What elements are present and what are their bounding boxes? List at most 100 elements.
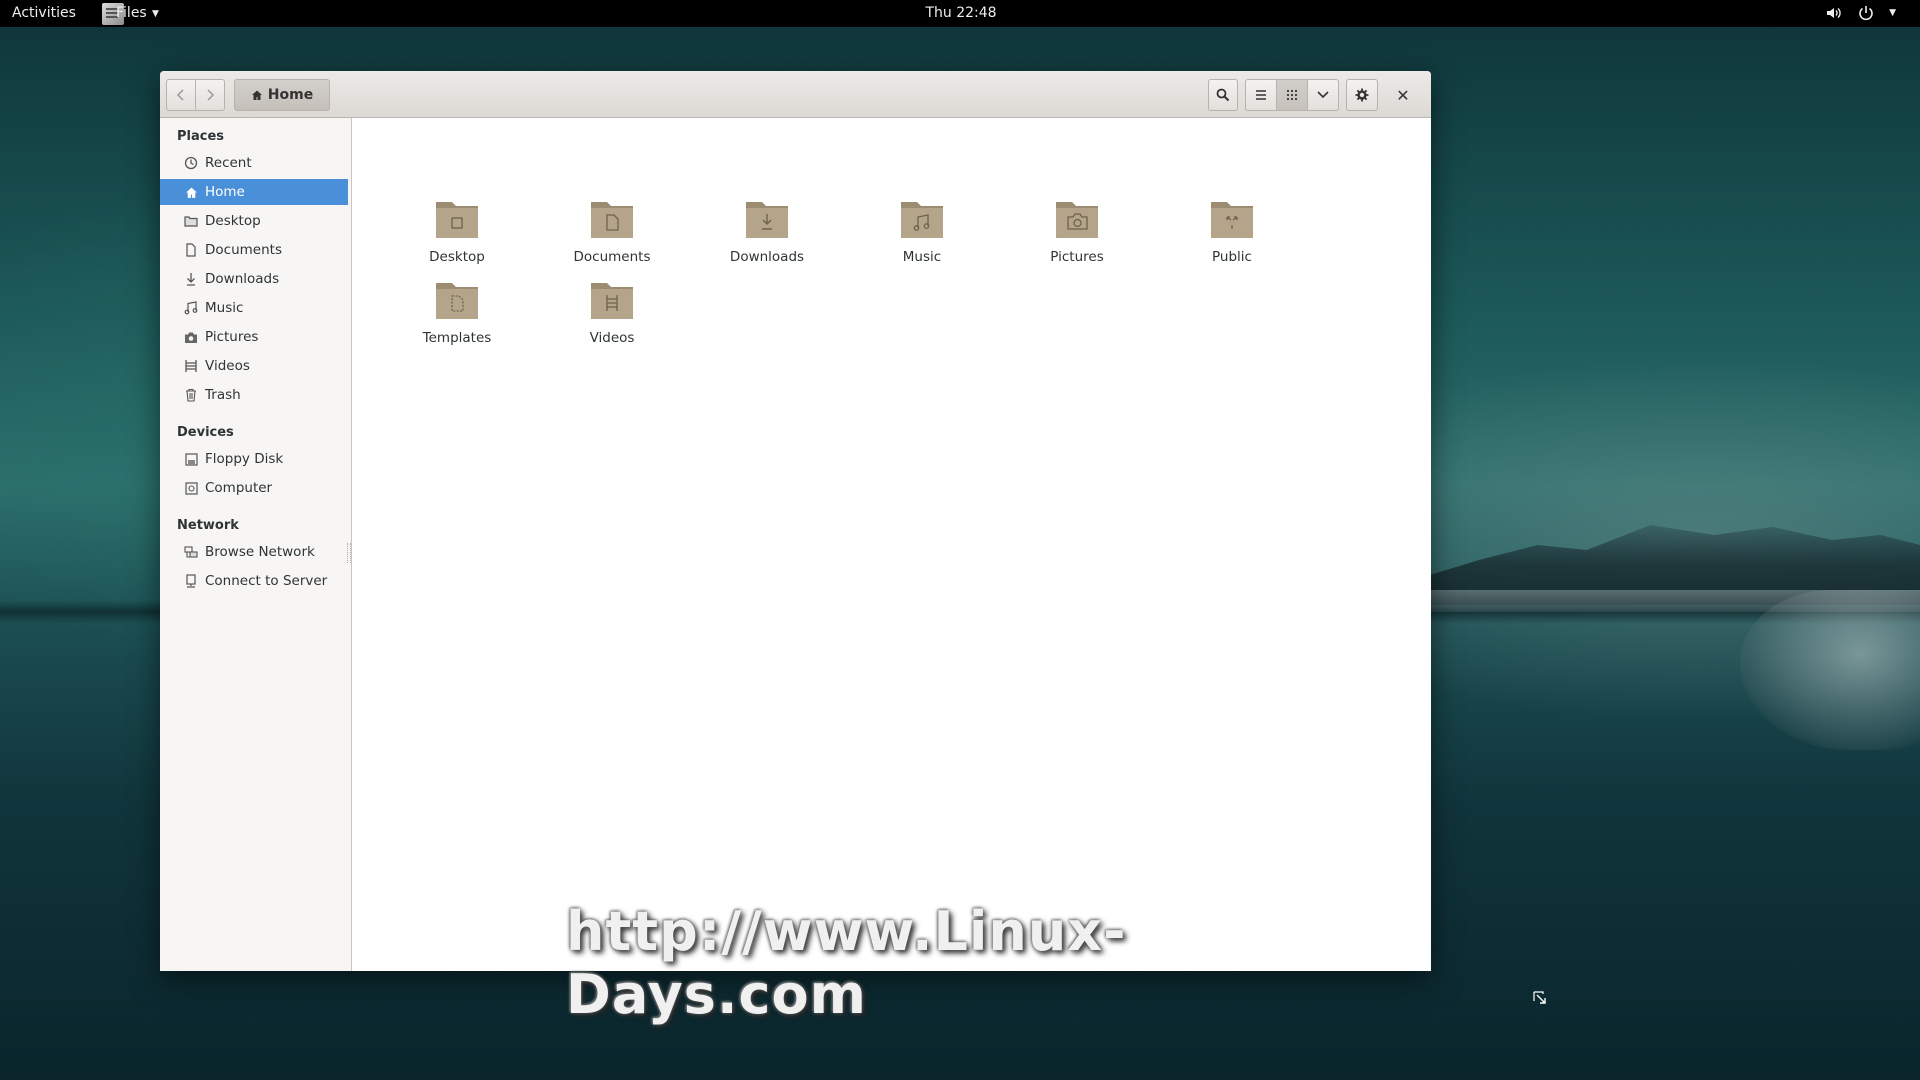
file-item-label: Public (1212, 249, 1252, 265)
sidebar-item-computer[interactable]: Computer (160, 475, 348, 501)
files-window: Home ✕ Places Recent Home Desktop Docume… (160, 71, 1431, 971)
file-icon-view[interactable]: Desktop Documents Downloads Music Pictur… (353, 118, 1431, 971)
trash-icon (183, 387, 199, 403)
close-button[interactable]: ✕ (1388, 79, 1418, 111)
sidebar-item-label: Documents (205, 242, 282, 258)
file-item-label: Videos (589, 330, 635, 346)
file-item-documents[interactable]: Documents (547, 198, 677, 274)
file-item-desktop[interactable]: Desktop (392, 198, 522, 274)
network-icon (183, 544, 199, 560)
activities-button[interactable]: Activities (12, 5, 76, 21)
forward-button[interactable] (195, 79, 225, 111)
file-item-label: Downloads (729, 249, 805, 265)
file-item-videos[interactable]: Videos (547, 279, 677, 355)
downloads-folder-icon (746, 202, 788, 238)
path-button-label: Home (267, 87, 314, 103)
search-icon (1216, 88, 1230, 102)
path-button-home[interactable]: Home (234, 79, 330, 111)
sidebar-item-browse-network[interactable]: Browse Network (160, 539, 348, 565)
home-icon (183, 184, 199, 200)
sidebar-item-label: Pictures (205, 329, 259, 345)
file-item-label: Music (902, 249, 942, 265)
clock-icon (183, 155, 199, 171)
computer-icon (183, 480, 199, 496)
public-folder-icon (1211, 202, 1253, 238)
floppy-icon (183, 451, 199, 467)
file-item-downloads[interactable]: Downloads (702, 198, 832, 274)
sidebar-item-label: Connect to Server (205, 573, 328, 589)
pictures-folder-icon (1056, 202, 1098, 238)
list-view-button[interactable] (1245, 79, 1277, 111)
system-menu-caret-icon: ▼ (1889, 8, 1896, 18)
settings-button[interactable] (1346, 79, 1378, 111)
sidebar-item-trash[interactable]: Trash (160, 382, 348, 408)
clock[interactable]: Thu 22:48 (924, 5, 998, 21)
sidebar-item-floppy-disk[interactable]: Floppy Disk (160, 446, 348, 472)
sidebar-item-desktop[interactable]: Desktop (160, 208, 348, 234)
file-item-label: Templates (422, 330, 492, 346)
grid-view-button[interactable] (1276, 79, 1308, 111)
app-menu-label[interactable]: Files (116, 5, 147, 21)
film-icon (183, 358, 199, 374)
templates-folder-icon (436, 283, 478, 319)
sidebar-item-downloads[interactable]: Downloads (160, 266, 348, 292)
file-item-public[interactable]: Public (1167, 198, 1297, 274)
back-button[interactable] (166, 79, 196, 111)
header-bar: Home ✕ (160, 71, 1431, 118)
desktop-folder-icon (436, 202, 478, 238)
system-menu[interactable]: ▼ (1825, 4, 1896, 22)
desktop-icon (183, 213, 199, 229)
file-item-label: Pictures (1050, 249, 1104, 265)
documents-folder-icon (591, 202, 633, 238)
sidebar-item-videos[interactable]: Videos (160, 353, 348, 379)
sidebar-item-label: Downloads (205, 271, 280, 287)
sidebar-item-documents[interactable]: Documents (160, 237, 348, 263)
sidebar-item-label: Desktop (205, 213, 261, 229)
file-item-pictures[interactable]: Pictures (1012, 198, 1142, 274)
home-icon (251, 90, 262, 100)
top-bar: Activities Files ▼ Thu 22:48 ▼ (0, 0, 1920, 27)
sidebar-heading-devices: Devices (177, 425, 234, 440)
search-button[interactable] (1208, 79, 1238, 111)
sidebar-item-pictures[interactable]: Pictures (160, 324, 348, 350)
grid-icon (1287, 90, 1297, 100)
sidebar-item-music[interactable]: Music (160, 295, 348, 321)
sidebar-item-label: Floppy Disk (205, 451, 284, 467)
file-item-templates[interactable]: Templates (392, 279, 522, 355)
music-icon (183, 300, 199, 316)
sidebar-item-label: Music (205, 300, 244, 316)
sidebar-resize-handle[interactable] (347, 543, 351, 563)
chevron-left-icon (176, 89, 184, 101)
camera-icon (183, 329, 199, 345)
sidebar-item-label: Computer (205, 480, 273, 496)
document-icon (183, 242, 199, 258)
sidebar-item-connect-to-server[interactable]: Connect to Server (160, 568, 348, 594)
sidebar-item-label: Trash (205, 387, 241, 403)
sidebar-heading-network: Network (177, 518, 239, 533)
sidebar-item-recent[interactable]: Recent (160, 150, 348, 176)
sidebar: Places Recent Home Desktop Documents Dow… (160, 118, 352, 971)
close-icon: ✕ (1396, 85, 1410, 105)
music-folder-icon (901, 202, 943, 238)
file-item-label: Documents (573, 249, 651, 265)
download-icon (183, 271, 199, 287)
view-options-button[interactable] (1307, 79, 1339, 111)
file-item-music[interactable]: Music (857, 198, 987, 274)
sidebar-item-label: Videos (205, 358, 250, 374)
chevron-right-icon (207, 89, 215, 101)
file-item-label: Desktop (429, 249, 485, 265)
list-icon (1256, 90, 1266, 100)
wallpaper-boat (1740, 590, 1920, 750)
sidebar-heading-places: Places (177, 129, 225, 144)
sidebar-item-home[interactable]: Home (160, 179, 348, 205)
gear-icon (1355, 88, 1369, 102)
sidebar-item-label: Browse Network (205, 544, 315, 560)
chevron-down-icon (1317, 91, 1329, 99)
app-menu-caret-icon: ▼ (152, 9, 159, 19)
watermark-text: http://www.Linux-Days.com (566, 900, 1127, 1026)
volume-icon (1825, 4, 1843, 22)
power-icon (1857, 4, 1875, 22)
sidebar-item-label: Home (205, 184, 245, 200)
window-resize-cursor-icon (1533, 991, 1546, 1004)
server-icon (183, 573, 199, 589)
